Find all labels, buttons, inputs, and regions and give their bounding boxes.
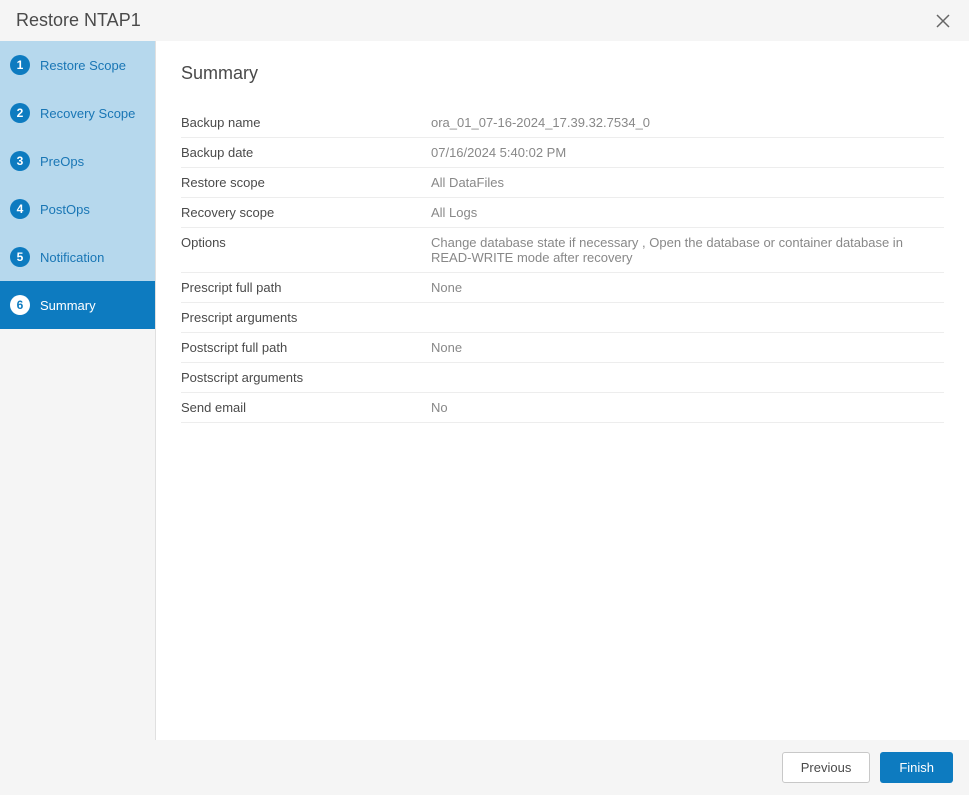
sidebar-item-restore-scope[interactable]: 1 Restore Scope <box>0 41 155 89</box>
sidebar-item-label: Summary <box>40 298 96 313</box>
sidebar-item-summary[interactable]: 6 Summary <box>0 281 155 329</box>
finish-button[interactable]: Finish <box>880 752 953 783</box>
sidebar-item-recovery-scope[interactable]: 2 Recovery Scope <box>0 89 155 137</box>
summary-value: No <box>431 400 944 415</box>
sidebar-item-label: Restore Scope <box>40 58 126 73</box>
previous-button[interactable]: Previous <box>782 752 871 783</box>
summary-value: ora_01_07-16-2024_17.39.32.7534_0 <box>431 115 944 130</box>
summary-table: Backup name ora_01_07-16-2024_17.39.32.7… <box>181 108 944 423</box>
summary-row-recovery-scope: Recovery scope All Logs <box>181 198 944 228</box>
summary-row-postscript-args: Postscript arguments <box>181 363 944 393</box>
sidebar-item-preops[interactable]: 3 PreOps <box>0 137 155 185</box>
dialog-footer: Previous Finish <box>0 740 969 795</box>
wizard-sidebar: 1 Restore Scope 2 Recovery Scope 3 PreOp… <box>0 41 155 740</box>
summary-label: Prescript full path <box>181 280 431 295</box>
main-content: Summary Backup name ora_01_07-16-2024_17… <box>155 41 969 740</box>
summary-row-prescript-path: Prescript full path None <box>181 273 944 303</box>
summary-label: Backup date <box>181 145 431 160</box>
content-title: Summary <box>181 63 944 84</box>
summary-value: Change database state if necessary , Ope… <box>431 235 944 265</box>
summary-value <box>431 310 944 325</box>
summary-label: Options <box>181 235 431 265</box>
sidebar-item-label: Recovery Scope <box>40 106 135 121</box>
sidebar-item-postops[interactable]: 4 PostOps <box>0 185 155 233</box>
summary-value: None <box>431 280 944 295</box>
summary-row-send-email: Send email No <box>181 393 944 423</box>
summary-label: Postscript arguments <box>181 370 431 385</box>
summary-label: Backup name <box>181 115 431 130</box>
summary-value: None <box>431 340 944 355</box>
step-number: 1 <box>10 55 30 75</box>
summary-value: All DataFiles <box>431 175 944 190</box>
summary-row-postscript-path: Postscript full path None <box>181 333 944 363</box>
step-number: 3 <box>10 151 30 171</box>
summary-label: Postscript full path <box>181 340 431 355</box>
sidebar-item-label: Notification <box>40 250 104 265</box>
summary-label: Send email <box>181 400 431 415</box>
dialog-title: Restore NTAP1 <box>16 10 141 31</box>
dialog-header: Restore NTAP1 <box>0 0 969 41</box>
summary-label: Prescript arguments <box>181 310 431 325</box>
summary-row-restore-scope: Restore scope All DataFiles <box>181 168 944 198</box>
summary-row-options: Options Change database state if necessa… <box>181 228 944 273</box>
close-button[interactable] <box>933 11 953 31</box>
summary-row-backup-date: Backup date 07/16/2024 5:40:02 PM <box>181 138 944 168</box>
close-icon <box>935 13 951 29</box>
summary-value: All Logs <box>431 205 944 220</box>
step-number: 2 <box>10 103 30 123</box>
step-number: 6 <box>10 295 30 315</box>
step-number: 4 <box>10 199 30 219</box>
summary-label: Recovery scope <box>181 205 431 220</box>
summary-label: Restore scope <box>181 175 431 190</box>
summary-row-prescript-args: Prescript arguments <box>181 303 944 333</box>
summary-row-backup-name: Backup name ora_01_07-16-2024_17.39.32.7… <box>181 108 944 138</box>
summary-value <box>431 370 944 385</box>
step-number: 5 <box>10 247 30 267</box>
dialog-body: 1 Restore Scope 2 Recovery Scope 3 PreOp… <box>0 41 969 740</box>
sidebar-item-label: PreOps <box>40 154 84 169</box>
summary-value: 07/16/2024 5:40:02 PM <box>431 145 944 160</box>
sidebar-item-label: PostOps <box>40 202 90 217</box>
sidebar-item-notification[interactable]: 5 Notification <box>0 233 155 281</box>
